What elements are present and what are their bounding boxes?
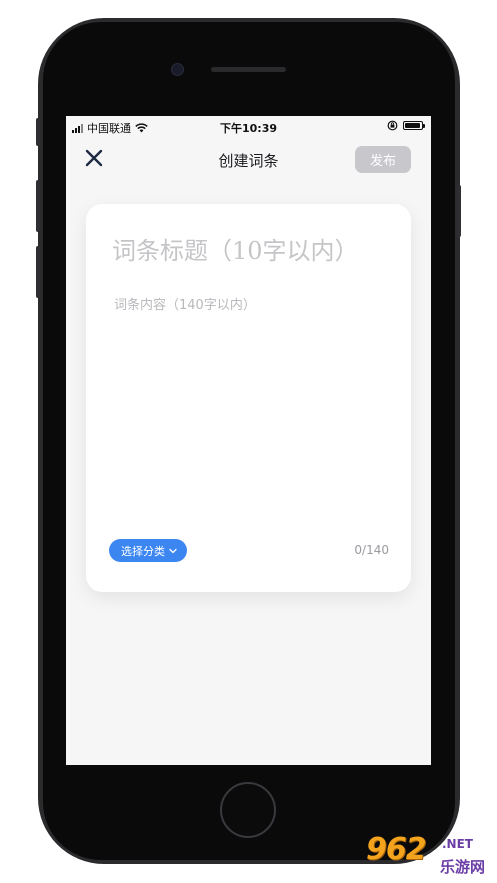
status-right — [387, 120, 425, 131]
site-watermark: 962 .NET 乐游网 — [360, 832, 492, 878]
screen: 中国联通 下午10:39 创建词条 发布 词条标题（10字以内） 词条内容（14… — [66, 116, 431, 765]
volume-down-button — [36, 246, 40, 298]
volume-up-button — [36, 180, 40, 232]
nav-bar: 创建词条 发布 — [66, 138, 431, 182]
mute-switch — [36, 118, 40, 146]
status-bar: 中国联通 下午10:39 — [66, 116, 431, 138]
watermark-logo: 962 — [366, 832, 427, 867]
category-label: 选择分类 — [121, 544, 165, 558]
chevron-down-icon — [169, 548, 177, 553]
status-time: 下午10:39 — [219, 122, 277, 135]
rotation-lock-icon — [387, 120, 398, 131]
entry-content-input[interactable] — [112, 292, 396, 496]
battery-icon — [403, 121, 425, 130]
watermark-subtitle: 乐游网 — [440, 858, 486, 876]
char-counter: 0/140 — [354, 543, 389, 557]
front-camera — [171, 63, 184, 76]
power-button — [457, 185, 461, 237]
publish-button[interactable]: 发布 — [355, 146, 411, 173]
home-button[interactable] — [220, 782, 276, 838]
entry-title-input[interactable] — [110, 230, 399, 272]
watermark-net: .NET — [442, 837, 473, 851]
earpiece-speaker — [211, 67, 286, 72]
entry-editor-card: 选择分类 0/140 — [86, 204, 411, 592]
select-category-button[interactable]: 选择分类 — [109, 539, 187, 562]
